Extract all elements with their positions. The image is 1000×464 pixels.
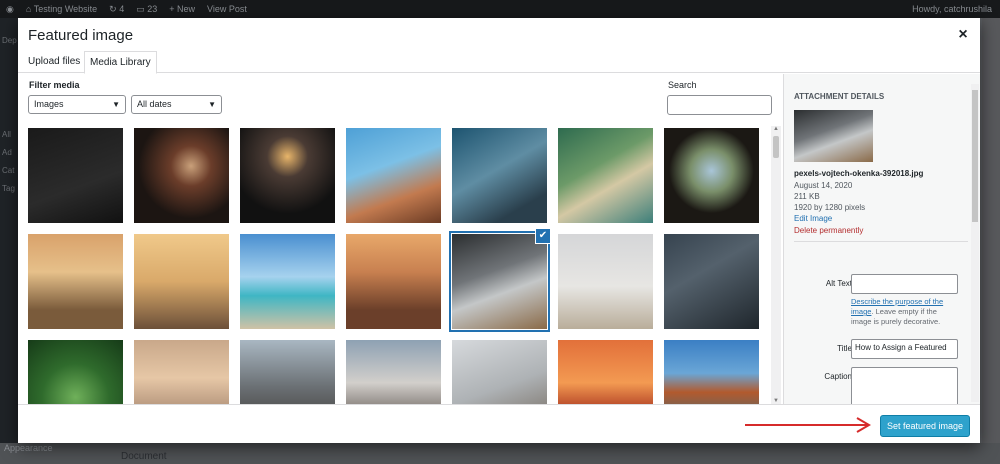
user-greeting[interactable]: Howdy, catchrushila xyxy=(912,4,992,14)
media-item-dark-room-person[interactable] xyxy=(28,128,123,223)
checkmark-icon[interactable]: ✔ xyxy=(535,228,551,244)
media-item-phone-youtube[interactable] xyxy=(664,234,759,329)
site-name: Testing Website xyxy=(33,4,98,14)
attachment-details-panel: Attachment Details pexels-vojtech-okenka… xyxy=(783,74,980,404)
title-field[interactable]: How to Assign a Featured xyxy=(851,339,958,359)
media-item-coastline-aerial[interactable] xyxy=(558,128,653,223)
media-item-woman-walking-beach[interactable] xyxy=(558,234,653,329)
sidebar-fragment: Ad xyxy=(2,148,12,157)
media-item-woman-lights-bokeh[interactable] xyxy=(134,128,229,223)
comment-icon: ▭ xyxy=(136,3,148,14)
appearance-menu-item: Appearance xyxy=(4,443,53,453)
view-post-link[interactable]: View Post xyxy=(207,4,247,14)
tab-upload-files[interactable]: Upload files xyxy=(23,51,85,73)
chevron-down-icon: ▼ xyxy=(112,100,120,109)
edit-image-link[interactable]: Edit Image xyxy=(794,214,832,223)
updates-count: 4 xyxy=(119,4,125,14)
featured-image-modal: Featured image × Upload files Media Libr… xyxy=(18,18,980,443)
document-tab: Document xyxy=(121,451,167,462)
details-scroll-thumb[interactable] xyxy=(972,90,978,222)
date-filter-value: All dates xyxy=(137,99,172,109)
media-item-temple-sunset[interactable] xyxy=(346,234,441,329)
plus-icon: + xyxy=(169,4,178,14)
attachment-dimensions: 1920 by 1280 pixels xyxy=(794,203,866,212)
search-label: Search xyxy=(668,80,697,90)
comments-link[interactable]: ▭ 23 xyxy=(136,4,157,15)
media-item-woman-sunglasses-city[interactable] xyxy=(346,340,441,404)
modal-footer: Set featured image xyxy=(18,404,980,443)
caption-field[interactable] xyxy=(851,367,958,404)
media-item-leaves-face[interactable] xyxy=(28,340,123,404)
details-scrollbar[interactable] xyxy=(971,84,979,402)
wordpress-logo-icon[interactable]: ◉ xyxy=(6,4,14,15)
editor-bottom-background: Appearance Document xyxy=(0,443,1000,464)
date-filter-select[interactable]: All dates ▼ xyxy=(131,95,222,114)
site-name-link[interactable]: ⌂ Testing Website xyxy=(26,4,97,14)
media-item-man-sunglasses-street[interactable] xyxy=(240,340,335,404)
delete-permanently-link[interactable]: Delete permanently xyxy=(794,226,863,235)
sidebar-fragment: Dep xyxy=(2,36,17,45)
alt-text-label: Alt Text xyxy=(825,279,852,288)
sidebar-fragment: All xyxy=(2,130,11,139)
media-item-smiling-woman-beach[interactable] xyxy=(346,128,441,223)
media-grid: ✔ xyxy=(28,128,771,404)
updates-icon: ↻ xyxy=(109,3,120,14)
media-item-lake-mountains[interactable] xyxy=(664,340,759,404)
alt-text-help: Describe the purpose of the image. Leave… xyxy=(851,297,959,327)
set-featured-image-button[interactable]: Set featured image xyxy=(880,415,970,437)
updates-link[interactable]: ↻ 4 xyxy=(109,4,124,15)
media-item-sunset-field-girl[interactable] xyxy=(28,234,123,329)
search-input[interactable] xyxy=(667,95,772,115)
scroll-up-icon[interactable]: ▲ xyxy=(773,126,779,132)
media-item-hand-mouse-desk[interactable]: ✔ xyxy=(449,228,551,332)
divider xyxy=(794,241,968,242)
media-item-cave-mountain-view[interactable] xyxy=(664,128,759,223)
new-link[interactable]: + New xyxy=(169,4,195,14)
modal-tabs: Upload files Media Library xyxy=(18,51,980,74)
admin-bar: ◉ ⌂ Testing Website ↻ 4 ▭ 23 + New View … xyxy=(0,0,1000,18)
home-icon: ⌂ xyxy=(25,4,34,14)
tab-media-library[interactable]: Media Library xyxy=(84,51,157,74)
new-label: New xyxy=(177,4,196,14)
attachment-date: August 14, 2020 xyxy=(794,181,853,190)
media-item-golden-field-motorbike[interactable] xyxy=(134,234,229,329)
alt-text-field[interactable] xyxy=(851,274,958,294)
sidebar-fragment: Tag xyxy=(2,184,15,193)
media-type-value: Images xyxy=(34,99,64,109)
media-item-blonde-woman[interactable] xyxy=(134,340,229,404)
attachment-details-heading: Attachment Details xyxy=(794,92,885,101)
modal-title: Featured image xyxy=(28,27,134,44)
sidebar-fragment: Cat xyxy=(2,166,15,175)
filter-media-label: Filter media xyxy=(29,80,80,90)
red-arrow-icon xyxy=(745,417,871,433)
media-type-select[interactable]: Images ▼ xyxy=(28,95,126,114)
close-icon[interactable]: × xyxy=(956,27,970,43)
editor-right-background xyxy=(982,18,1000,443)
admin-sidebar: Dep All Ad Cat Tag xyxy=(0,18,18,464)
grid-scrollbar[interactable]: ▲ ▼ xyxy=(771,126,781,404)
caption-label: Caption xyxy=(824,372,852,381)
media-item-orange-sunset-sea[interactable] xyxy=(558,340,653,404)
comments-count: 23 xyxy=(147,4,158,14)
media-item-laptop-typing[interactable] xyxy=(452,340,547,404)
media-item-candle-lantern[interactable] xyxy=(240,128,335,223)
grid-scroll-thumb[interactable] xyxy=(773,136,779,158)
chevron-down-icon: ▼ xyxy=(208,100,216,109)
attachment-size: 211 KB xyxy=(794,192,820,201)
attachment-filename: pexels-vojtech-okenka-392018.jpg xyxy=(794,169,924,178)
title-label: Title xyxy=(837,344,852,353)
media-item-resort-pool-palms[interactable] xyxy=(240,234,335,329)
media-item-camera-lens-blue[interactable] xyxy=(452,128,547,223)
attachment-thumbnail xyxy=(794,110,873,162)
